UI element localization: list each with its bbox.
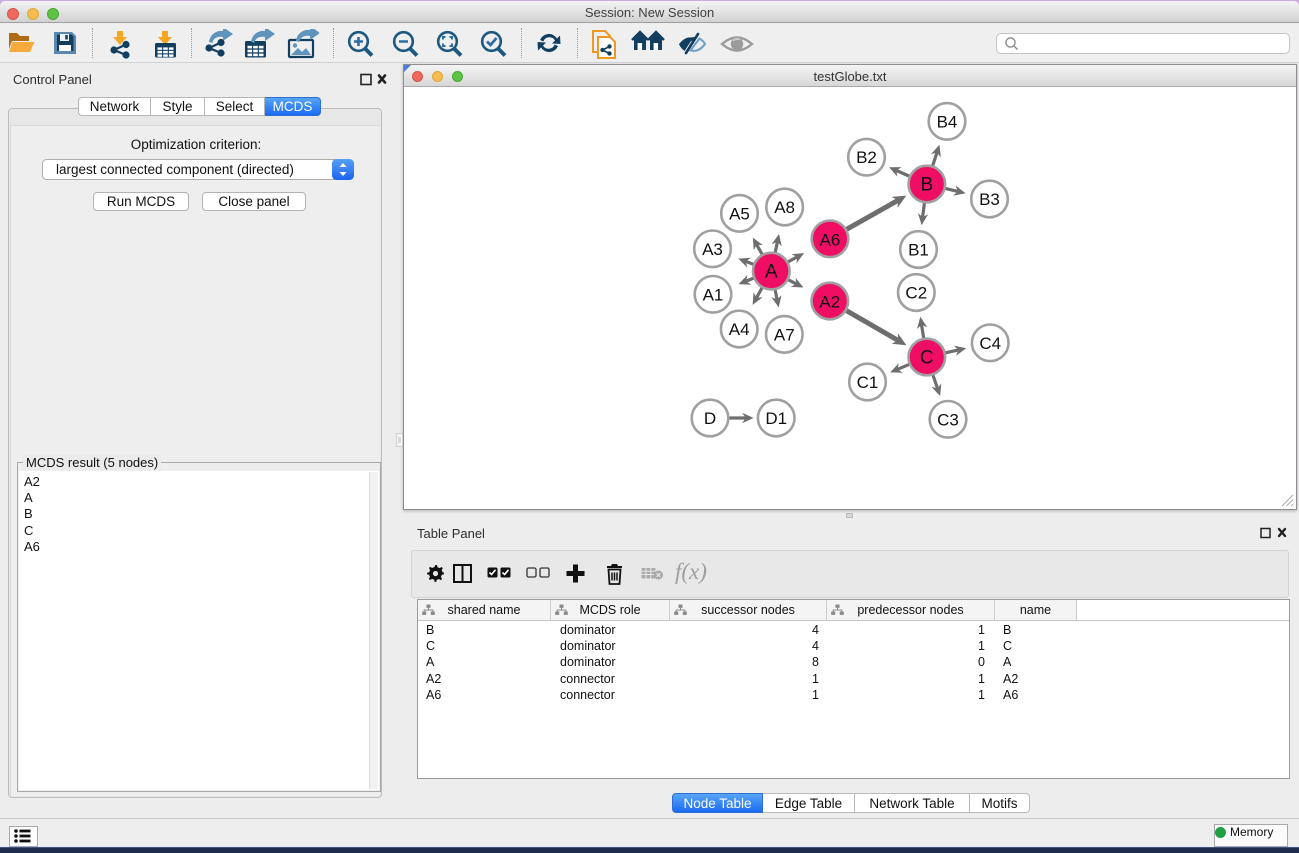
svg-text:B1: B1 <box>908 241 929 260</box>
svg-text:C2: C2 <box>905 284 927 303</box>
svg-text:D: D <box>704 409 716 428</box>
svg-text:A7: A7 <box>774 325 795 344</box>
svg-text:A1: A1 <box>703 285 724 304</box>
svg-text:B3: B3 <box>979 190 1000 209</box>
svg-text:A5: A5 <box>729 204 750 223</box>
svg-text:A2: A2 <box>819 293 840 312</box>
svg-text:C3: C3 <box>937 410 959 429</box>
svg-text:B4: B4 <box>937 112 958 131</box>
svg-text:A: A <box>765 262 778 283</box>
svg-text:A6: A6 <box>820 230 841 249</box>
svg-text:C: C <box>920 348 934 369</box>
svg-text:C1: C1 <box>857 373 879 392</box>
svg-text:B: B <box>920 175 933 196</box>
svg-text:D1: D1 <box>765 409 787 428</box>
svg-text:C4: C4 <box>979 334 1001 353</box>
svg-text:B2: B2 <box>856 148 877 167</box>
svg-text:A4: A4 <box>729 320 750 339</box>
svg-text:A8: A8 <box>774 198 795 217</box>
svg-text:A3: A3 <box>702 240 723 259</box>
